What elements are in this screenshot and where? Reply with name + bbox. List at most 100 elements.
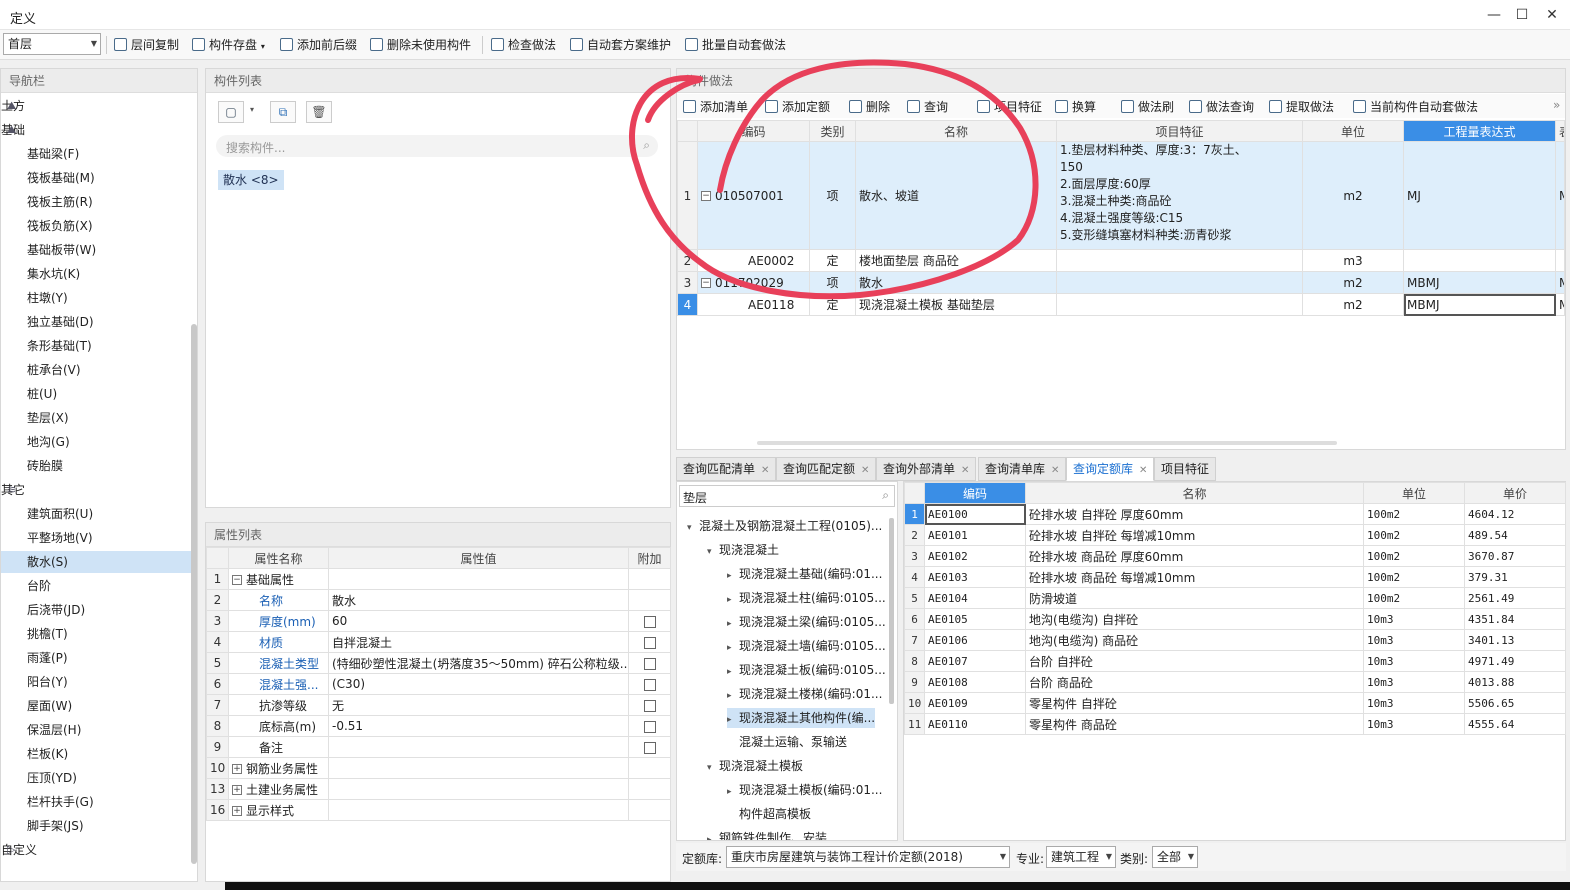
quota-header[interactable]: 名称 bbox=[1025, 482, 1364, 504]
checkbox[interactable] bbox=[643, 657, 656, 670]
quota-name[interactable]: 台阶 自拌砼 bbox=[1025, 650, 1364, 672]
property-row[interactable]: 5 混凝土类型 (特细砂塑性混凝土(坍落度35～50mm) 碎石公称粒级... bbox=[206, 652, 671, 674]
nav-item[interactable]: 后浇带(JD) bbox=[1, 599, 191, 621]
delete-component-icon[interactable]: 🗑 bbox=[306, 101, 332, 123]
expand-icon[interactable]: + bbox=[232, 806, 242, 816]
quota-name[interactable]: 砼排水坡 自拌砼 厚度60mm bbox=[1025, 503, 1364, 525]
nav-item[interactable]: 条形基础(T) bbox=[1, 335, 191, 357]
close-icon[interactable]: ✕ bbox=[1139, 465, 1147, 476]
quota-name[interactable]: 砼排水坡 自拌砼 每增减10mm bbox=[1025, 524, 1364, 546]
quota-name[interactable]: 砼排水坡 商品砼 厚度60mm bbox=[1025, 545, 1364, 567]
method-code[interactable]: AE0118 bbox=[697, 293, 810, 316]
nav-item[interactable]: 桩(U) bbox=[1, 383, 191, 405]
category-select[interactable]: 全部 ▼ bbox=[1152, 846, 1198, 868]
property-row[interactable]: 7 抗渗等级 无 bbox=[206, 694, 671, 716]
quota-unit[interactable]: 100m2 bbox=[1363, 587, 1465, 609]
nav-item[interactable]: 散水(S) bbox=[1, 551, 191, 573]
quota-price[interactable]: 3670.87 bbox=[1464, 545, 1566, 567]
search-icon[interactable]: ⌕ bbox=[882, 488, 889, 503]
method-header[interactable]: 项目特征 bbox=[1055, 120, 1304, 142]
quota-code[interactable]: AE0102 bbox=[924, 545, 1026, 567]
method-feature[interactable]: 1.垫层材料种类、厚度:3：7灰土、 150 2.面层厚度:60厚 3.混凝土种类:商… bbox=[1055, 141, 1304, 250]
checkbox[interactable] bbox=[643, 720, 656, 733]
quota-unit[interactable]: 100m2 bbox=[1363, 503, 1465, 525]
method-type[interactable]: 项 bbox=[809, 271, 856, 294]
property-value[interactable]: (C30) bbox=[328, 673, 629, 695]
quota-row[interactable]: 11 AE0110 零星构件 商品砼 10m3 4555.64 bbox=[904, 713, 1566, 735]
quota-code[interactable]: AE0110 bbox=[924, 713, 1026, 735]
quota-code[interactable]: AE0105 bbox=[924, 608, 1026, 630]
quota-name[interactable]: 台阶 商品砼 bbox=[1025, 671, 1364, 693]
property-row[interactable]: 2 名称 散水 bbox=[206, 589, 671, 611]
tree-node[interactable]: ▸ 现浇混凝土楼梯(编码:01... bbox=[727, 684, 882, 704]
method-unit[interactable]: m2 bbox=[1302, 271, 1405, 294]
checkbox[interactable] bbox=[643, 636, 656, 649]
collapsed-arrow-icon[interactable]: ▸ bbox=[727, 638, 739, 658]
nav-item[interactable]: ⛰ 基础 bbox=[1, 119, 191, 141]
quota-name[interactable]: 地沟(电缆沟) 商品砼 bbox=[1025, 629, 1364, 651]
quota-unit[interactable]: 100m2 bbox=[1363, 566, 1465, 588]
nav-item[interactable]: 台阶 bbox=[1, 575, 191, 597]
expanded-arrow-icon[interactable]: ▾ bbox=[687, 518, 699, 538]
collapsed-arrow-icon[interactable]: ▸ bbox=[727, 662, 739, 682]
property-value[interactable]: 60 bbox=[328, 610, 629, 632]
quota-code[interactable]: AE0103 bbox=[924, 566, 1026, 588]
delete-unused-button[interactable]: 删除未使用构件 bbox=[370, 37, 471, 55]
minimize-icon[interactable]: — bbox=[1484, 6, 1504, 24]
expanded-arrow-icon[interactable]: ▾ bbox=[707, 542, 719, 562]
nav-item[interactable]: 筏板主筋(R) bbox=[1, 191, 191, 213]
quota-lib-select[interactable]: 重庆市房屋建筑与装饰工程计价定额(2018) ▼ bbox=[726, 846, 1010, 868]
tree-node[interactable]: ▸ 现浇混凝土柱(编码:0105... bbox=[727, 588, 886, 608]
nav-item[interactable]: 保温层(H) bbox=[1, 719, 191, 741]
property-row[interactable]: 8 底标高(m) -0.51 bbox=[206, 715, 671, 737]
method-code[interactable]: −010507001 bbox=[697, 141, 810, 250]
search-icon[interactable]: ⌕ bbox=[643, 138, 650, 153]
nav-item[interactable]: 屋面(W) bbox=[1, 695, 191, 717]
method-code[interactable]: AE0002 bbox=[697, 249, 810, 272]
quota-unit[interactable]: 10m3 bbox=[1363, 671, 1465, 693]
tree-node[interactable]: 构件超高模板 bbox=[727, 804, 811, 824]
property-row[interactable]: 6 混凝土强... (C30) bbox=[206, 673, 671, 695]
quota-header[interactable]: 编码 bbox=[924, 482, 1026, 504]
method-feature[interactable] bbox=[1055, 293, 1304, 316]
expand-icon[interactable]: − bbox=[232, 575, 242, 585]
collapsed-arrow-icon[interactable]: ▸ bbox=[727, 566, 739, 586]
nav-item[interactable]: 平整场地(V) bbox=[1, 527, 191, 549]
tree-search-input[interactable]: 垫层 ⌕ bbox=[679, 485, 895, 507]
tab-2[interactable]: 查询外部清单 ✕ bbox=[876, 457, 977, 481]
quota-price[interactable]: 489.54 bbox=[1464, 524, 1566, 546]
quota-name[interactable]: 地沟(电缆沟) 自拌砼 bbox=[1025, 608, 1364, 630]
nav-item[interactable]: 脚手架(JS) bbox=[1, 815, 191, 837]
method-name[interactable]: 现浇混凝土模板 基础垫层 bbox=[855, 293, 1057, 316]
method-expr[interactable]: MBMJ bbox=[1403, 293, 1557, 316]
tree-node[interactable]: ▸ 现浇混凝土梁(编码:0105... bbox=[727, 612, 886, 632]
property-row[interactable]: 1− 基础属性 bbox=[206, 568, 671, 590]
new-component-icon[interactable]: ▢ bbox=[218, 101, 244, 123]
collapsed-arrow-icon[interactable]: ▸ bbox=[707, 830, 719, 840]
method-hscrollbar[interactable] bbox=[757, 441, 1337, 445]
auto-scheme-button[interactable]: 自动套方案维护 bbox=[570, 37, 671, 55]
method-toolbar-button[interactable]: 项目特征 bbox=[977, 98, 1042, 115]
method-unit[interactable]: m2 bbox=[1302, 141, 1405, 250]
tree-node[interactable]: ▸ 现浇混凝土基础(编码:01... bbox=[727, 564, 882, 584]
quota-code[interactable]: AE0108 bbox=[924, 671, 1026, 693]
method-expr[interactable]: MJ bbox=[1403, 141, 1557, 250]
expanded-arrow-icon[interactable]: ▾ bbox=[707, 758, 719, 778]
tab-3[interactable]: 查询清单库 ✕ bbox=[978, 457, 1067, 481]
tree-node[interactable]: ▸ 钢筋铁件制作、安装 bbox=[707, 828, 827, 840]
property-row[interactable]: 13 + 土建业务属性 bbox=[206, 778, 671, 800]
method-header[interactable]: 类别 bbox=[809, 120, 856, 142]
method-toolbar-button[interactable]: 添加清单 bbox=[683, 98, 748, 115]
method-header[interactable]: 编码 bbox=[697, 120, 810, 142]
method-toolbar-button[interactable]: 查询 bbox=[907, 98, 948, 115]
quota-price[interactable]: 4013.88 bbox=[1464, 671, 1566, 693]
quota-price[interactable]: 4971.49 bbox=[1464, 650, 1566, 672]
property-value[interactable]: -0.51 bbox=[328, 715, 629, 737]
method-expr-desc[interactable]: MBMJ<模板面积> bbox=[1555, 293, 1565, 316]
property-row[interactable]: 9 备注 bbox=[206, 736, 671, 758]
more-icon[interactable]: » bbox=[1553, 98, 1560, 112]
nav-item[interactable]: 砖胎膜 bbox=[1, 455, 191, 477]
tree-node[interactable]: ▸ 现浇混凝土模板(编码:01... bbox=[727, 780, 882, 800]
method-toolbar-button[interactable]: 当前构件自动套做法 bbox=[1353, 98, 1478, 115]
quota-unit[interactable]: 10m3 bbox=[1363, 608, 1465, 630]
